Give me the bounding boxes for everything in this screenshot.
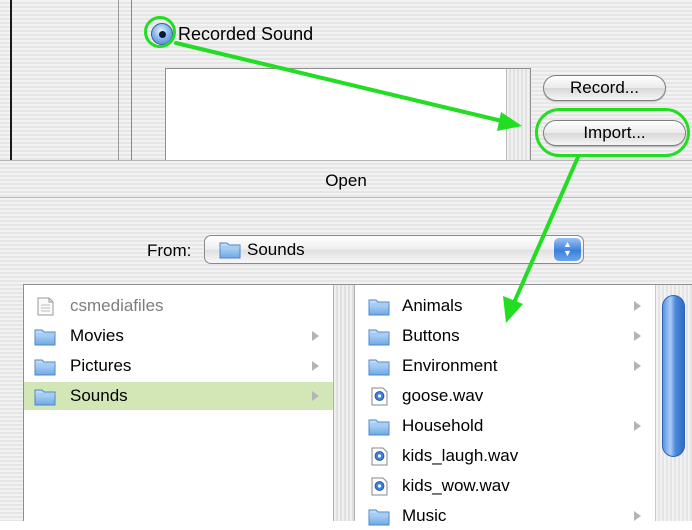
recorded-sound-list[interactable]	[165, 68, 531, 162]
column-2-item[interactable]: Household	[355, 412, 655, 440]
disclosure-triangle-icon	[634, 511, 641, 521]
column-2-item-label: Buttons	[402, 326, 460, 345]
open-dialog: From: Sounds ▲ ▼ csmediafiles Movies Pictur…	[0, 198, 692, 526]
column-1-item-label: csmediafiles	[70, 296, 164, 315]
disclosure-triangle-icon	[634, 331, 641, 341]
sound-file-icon	[371, 477, 388, 496]
disclosure-triangle-icon	[634, 361, 641, 371]
column-2-item[interactable]: kids_laugh.wav	[355, 442, 655, 470]
column-1-item[interactable]: Movies	[24, 322, 333, 350]
from-location-value: Sounds	[247, 240, 305, 259]
column-2-item[interactable]: Buttons	[355, 322, 655, 350]
sound-file-icon	[371, 447, 388, 466]
open-dialog-titlebar: Open	[0, 160, 692, 198]
browser-column-2: Animals Buttons Environment goose.wav Househ…	[355, 285, 655, 526]
column-1-item[interactable]: Sounds	[24, 382, 333, 410]
disclosure-triangle-icon	[312, 391, 319, 401]
disclosure-triangle-icon	[634, 421, 641, 431]
column-2-item[interactable]: goose.wav	[355, 382, 655, 410]
from-location-popup[interactable]: Sounds ▲ ▼	[204, 235, 584, 264]
recorded-sound-label[interactable]: Recorded Sound	[178, 21, 313, 47]
column-2-item-label: Animals	[402, 296, 463, 315]
window-edge-line	[10, 0, 12, 160]
disclosure-triangle-icon	[312, 361, 319, 371]
document-icon	[37, 297, 54, 316]
browser-column-1: csmediafiles Movies Pictures Sounds	[24, 285, 333, 521]
column-resize-divider[interactable]	[333, 285, 355, 521]
panel-divider	[131, 0, 132, 160]
column-2-item[interactable]: Animals	[355, 292, 655, 320]
column-2-item-label: Environment	[402, 356, 498, 375]
folder-icon	[34, 389, 56, 406]
column-2-scrollbar[interactable]	[655, 285, 692, 521]
column-2-item[interactable]: Music	[355, 502, 655, 530]
column-2-item-label: goose.wav	[402, 386, 484, 405]
column-1-item[interactable]: Pictures	[24, 352, 333, 380]
open-dialog-title: Open	[325, 171, 367, 190]
sound-file-icon	[371, 387, 388, 406]
record-button[interactable]: Record...	[543, 75, 666, 101]
radio-highlight-circle	[144, 16, 176, 48]
import-highlight-circle	[535, 108, 690, 157]
folder-icon	[368, 419, 390, 436]
scroll-thumb[interactable]	[662, 295, 685, 457]
from-label: From:	[147, 241, 192, 260]
sound-list-scrollbar[interactable]	[506, 69, 530, 162]
column-2-item-label: kids_laugh.wav	[402, 446, 519, 465]
column-2-item-label: Music	[402, 506, 447, 525]
folder-icon	[368, 359, 390, 376]
column-2-item[interactable]: Environment	[355, 352, 655, 380]
sound-dialog: Recorded Sound Record... Import...	[0, 0, 692, 162]
column-2-item[interactable]: kids_wow.wav	[355, 472, 655, 500]
file-browser: csmediafiles Movies Pictures Sounds Animals…	[23, 284, 692, 526]
folder-icon	[219, 242, 241, 259]
folder-icon	[368, 299, 390, 316]
panel-divider	[118, 0, 119, 160]
folder-icon	[368, 329, 390, 346]
column-1-item-label: Sounds	[70, 386, 128, 405]
column-1-item-label: Movies	[70, 326, 124, 345]
column-1-item[interactable]: csmediafiles	[24, 292, 333, 320]
popup-arrows-icon: ▲ ▼	[554, 238, 581, 261]
folder-icon	[368, 509, 390, 526]
folder-icon	[34, 359, 56, 376]
disclosure-triangle-icon	[312, 331, 319, 341]
folder-icon	[34, 329, 56, 346]
disclosure-triangle-icon	[634, 301, 641, 311]
column-1-item-label: Pictures	[70, 356, 132, 375]
column-2-item-label: Household	[402, 416, 484, 435]
column-2-item-label: kids_wow.wav	[402, 476, 510, 495]
